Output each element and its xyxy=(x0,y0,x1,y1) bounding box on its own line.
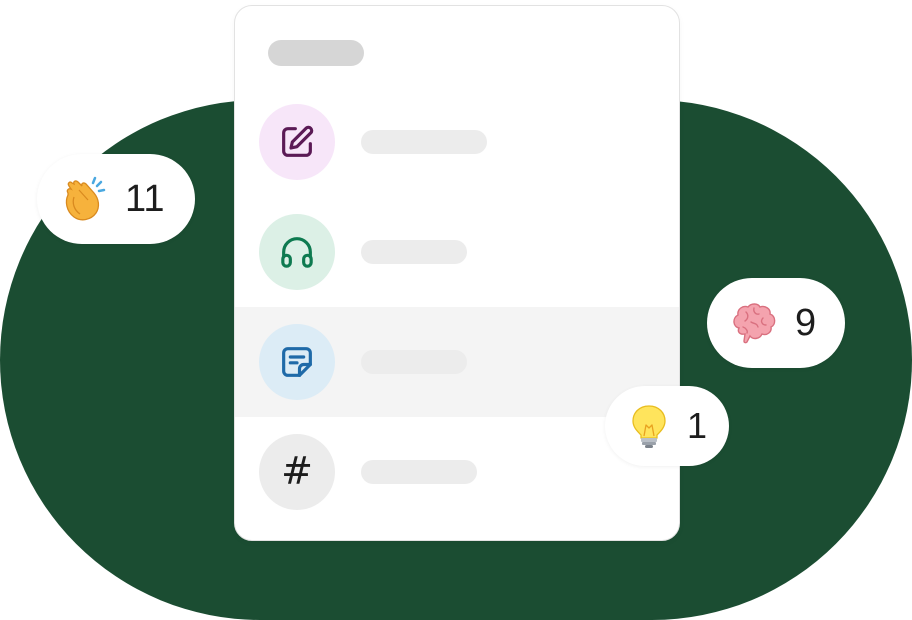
headphones-icon xyxy=(259,214,335,290)
compose-icon xyxy=(259,104,335,180)
reaction-pill-bulb[interactable]: 1 xyxy=(605,386,729,466)
channel-list-card: # xyxy=(234,5,680,541)
reaction-pill-brain[interactable]: 9 xyxy=(707,278,845,368)
card-title-placeholder xyxy=(268,40,364,66)
light-bulb-icon xyxy=(629,403,669,449)
hash-glyph: # xyxy=(281,449,313,493)
hash-icon: # xyxy=(259,434,335,510)
reaction-pill-clap[interactable]: 11 xyxy=(37,154,195,244)
list-item-label-placeholder xyxy=(361,240,467,264)
reaction-count: 9 xyxy=(795,302,817,344)
list-item-huddle[interactable] xyxy=(235,197,679,307)
list-item-label-placeholder xyxy=(361,350,467,374)
reaction-count: 11 xyxy=(125,178,165,220)
list-item-label-placeholder xyxy=(361,460,477,484)
list-item-label-placeholder xyxy=(361,130,487,154)
canvas-note-icon xyxy=(259,324,335,400)
list-item-compose[interactable] xyxy=(235,87,679,197)
illustration-stage: # 11 9 1 xyxy=(0,0,912,620)
clapping-hands-icon xyxy=(59,175,107,223)
reaction-count: 1 xyxy=(687,405,708,446)
brain-icon xyxy=(729,298,779,348)
